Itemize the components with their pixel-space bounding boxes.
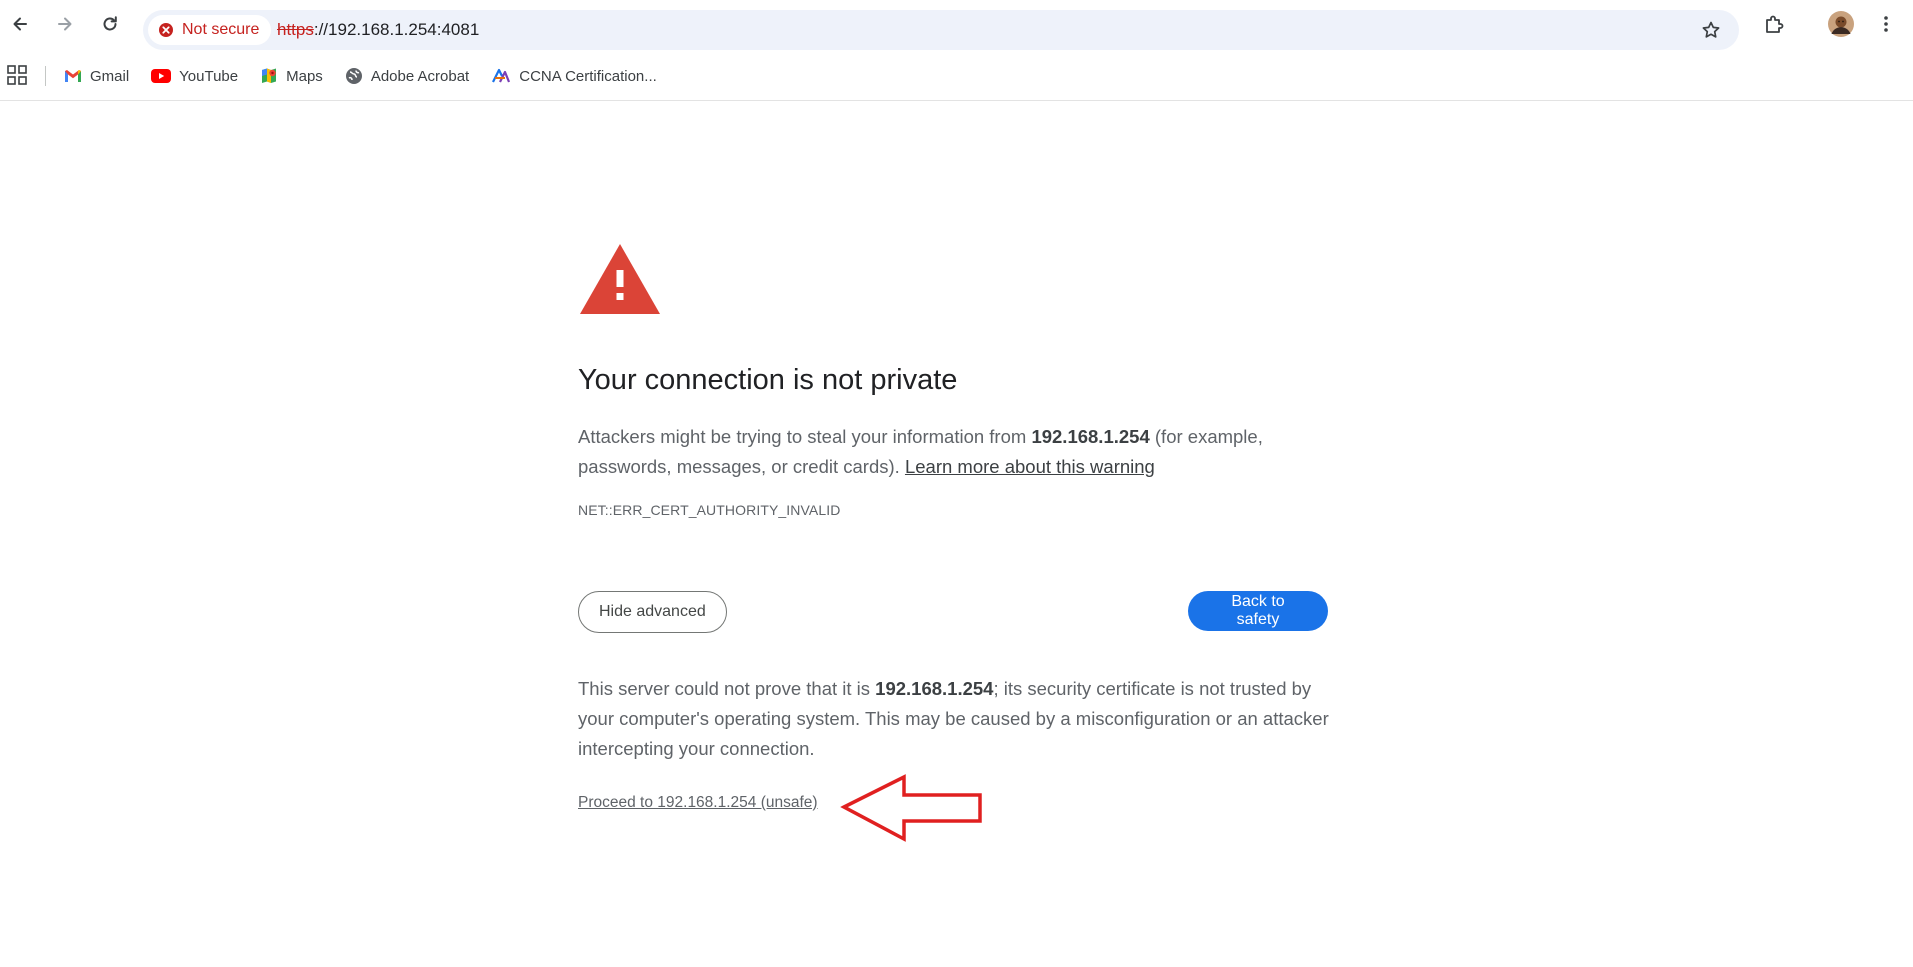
arrow-left-icon bbox=[13, 17, 27, 31]
bookmark-gmail[interactable]: Gmail bbox=[64, 68, 129, 85]
address-bar[interactable]: Not secure https://192.168.1.254:4081 bbox=[143, 10, 1739, 50]
bookmarks-bar: Gmail YouTube Maps Adobe Acrobat CCNA Ce… bbox=[0, 56, 1913, 101]
bookmark-ccna-certification[interactable]: CCNA Certification... bbox=[491, 68, 657, 85]
main-message-text: Attackers might be trying to steal your … bbox=[578, 426, 1032, 447]
star-icon bbox=[1702, 21, 1720, 38]
hide-advanced-button[interactable]: Hide advanced bbox=[578, 591, 727, 633]
extensions-button[interactable] bbox=[1758, 8, 1790, 40]
page-title: Your connection is not private bbox=[578, 364, 958, 396]
maps-icon bbox=[262, 68, 277, 83]
error-code: NET::ERR_CERT_AUTHORITY_INVALID bbox=[578, 502, 841, 518]
gmail-icon bbox=[65, 70, 81, 82]
not-secure-icon bbox=[159, 23, 173, 37]
apps-grid-button[interactable] bbox=[6, 64, 30, 88]
bookmark-label: CCNA Certification... bbox=[519, 67, 657, 85]
bookmarks-list: Gmail YouTube Maps Adobe Acrobat CCNA Ce… bbox=[64, 56, 679, 96]
security-chip[interactable]: Not secure bbox=[148, 15, 272, 45]
bookmark-adobe-acrobat[interactable]: Adobe Acrobat bbox=[345, 67, 469, 85]
bookmark-youtube[interactable]: YouTube bbox=[151, 68, 238, 85]
url-host: ://192.168.1.254:4081 bbox=[313, 20, 480, 39]
annotation-arrow-icon bbox=[840, 774, 982, 842]
bookmark-label: Gmail bbox=[90, 67, 130, 85]
details-text: This server could not prove that it is bbox=[578, 678, 876, 699]
browser-menu-button[interactable] bbox=[1870, 8, 1902, 40]
bookmark-maps[interactable]: Maps bbox=[260, 67, 323, 85]
main-message: Attackers might be trying to steal your … bbox=[578, 422, 1318, 482]
kebab-menu-icon bbox=[1884, 16, 1888, 32]
back-button[interactable] bbox=[4, 8, 36, 40]
bookmark-label: Adobe Acrobat bbox=[370, 67, 470, 85]
back-to-safety-button[interactable]: Back to safety bbox=[1188, 591, 1328, 631]
reload-button[interactable] bbox=[94, 8, 126, 40]
arrow-right-icon bbox=[58, 17, 72, 31]
details-host: 192.168.1.254 bbox=[875, 678, 994, 699]
proceed-unsafe-link[interactable]: Proceed to 192.168.1.254 (unsafe) bbox=[578, 794, 818, 812]
security-chip-label: Not secure bbox=[182, 21, 260, 38]
globe-icon bbox=[345, 68, 362, 84]
browser-toolbar: Not secure https://192.168.1.254:4081 bbox=[0, 0, 1913, 50]
url-text[interactable]: https://192.168.1.254:4081 bbox=[277, 10, 479, 50]
details-message: This server could not prove that it is 1… bbox=[578, 674, 1330, 764]
profile-avatar-button[interactable] bbox=[1825, 8, 1857, 40]
bookmark-label: YouTube bbox=[179, 67, 239, 85]
url-scheme: https bbox=[277, 20, 314, 39]
apps-grid-icon bbox=[7, 65, 27, 85]
reload-icon bbox=[103, 16, 117, 31]
bookmarks-divider bbox=[45, 66, 46, 86]
puzzle-icon bbox=[1766, 15, 1784, 33]
learn-more-link[interactable]: Learn more about this warning bbox=[905, 456, 1155, 477]
warning-triangle-icon bbox=[580, 244, 660, 314]
avatar bbox=[1828, 11, 1854, 37]
main-message-host: 192.168.1.254 bbox=[1031, 426, 1150, 447]
forward-button[interactable] bbox=[49, 8, 81, 40]
ccna-icon bbox=[492, 68, 511, 83]
bookmark-label: Maps bbox=[286, 67, 323, 85]
youtube-icon bbox=[151, 69, 172, 83]
bookmark-star-button[interactable] bbox=[1695, 14, 1727, 46]
